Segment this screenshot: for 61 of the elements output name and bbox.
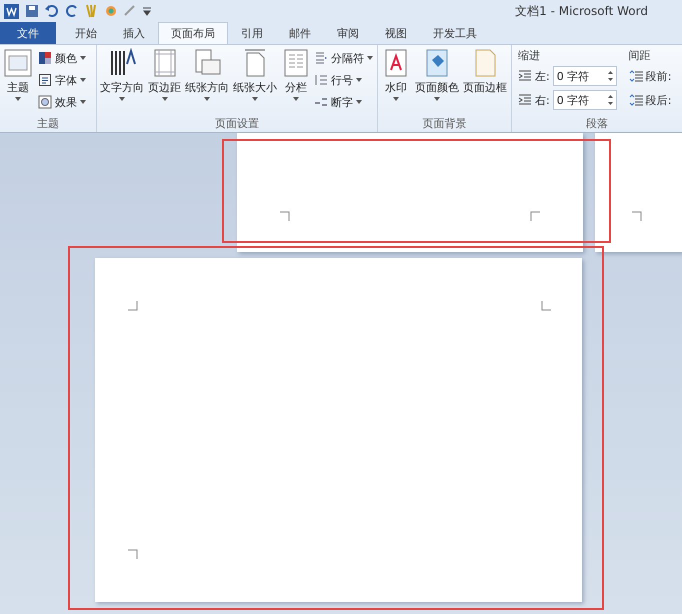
save-icon[interactable] <box>25 4 39 18</box>
ribbon-button[interactable]: 字体 <box>38 70 86 90</box>
ribbon-button[interactable]: 页边距 <box>147 48 182 114</box>
crop-mark-icon <box>128 301 138 311</box>
customize-icon[interactable] <box>143 6 151 16</box>
file-tab[interactable]: 文件 <box>0 22 56 44</box>
field-label: 左: <box>535 68 550 84</box>
effects-icon <box>38 95 52 109</box>
word-logo-icon[interactable] <box>4 4 19 18</box>
color-swatch-icon <box>38 51 52 65</box>
line-spacing-icon <box>628 70 643 82</box>
crop-mark-icon <box>128 549 138 559</box>
ribbon-tab[interactable]: 引用 <box>228 22 276 44</box>
ribbon-button[interactable]: 水印 <box>380 48 412 114</box>
ribbon-button[interactable]: 主题 <box>2 48 34 114</box>
line-numbers-icon <box>314 73 328 87</box>
ribbon-button[interactable]: 纸张方向 <box>184 48 230 114</box>
ribbon-button[interactable]: 颜色 <box>38 48 86 68</box>
group-label: 段落 <box>585 116 609 132</box>
font-icon <box>38 73 52 87</box>
field-label: 段后: <box>646 92 672 108</box>
ribbon-button[interactable]: 页面边框 <box>462 48 508 114</box>
undo-icon[interactable] <box>45 4 59 18</box>
spinner-icon[interactable] <box>608 70 613 82</box>
field-label: 段前: <box>646 68 672 84</box>
window-title: 文档1 - Microsoft Word <box>515 2 648 20</box>
indent-icon <box>518 70 532 82</box>
ribbon-button[interactable]: 分栏 <box>280 48 312 114</box>
ribbon-tab[interactable]: 开始 <box>62 22 110 44</box>
ribbon-tab[interactable]: 插入 <box>110 22 158 44</box>
spinner-icon[interactable] <box>608 94 613 106</box>
crop-mark-icon <box>632 211 642 221</box>
redo-icon[interactable] <box>65 4 79 18</box>
field-label: 右: <box>535 92 550 108</box>
input-field[interactable]: 0 字符 <box>552 90 617 110</box>
theme-icon <box>3 48 33 78</box>
ribbon-button[interactable]: 行号 <box>314 70 373 90</box>
ribbon-tab[interactable]: 开发工具 <box>420 22 490 44</box>
crop-mark-icon <box>530 211 540 221</box>
ribbon-button[interactable]: 分隔符 <box>314 48 373 68</box>
color-wheel-icon[interactable] <box>105 5 117 17</box>
breaks-icon <box>314 51 328 65</box>
indent-heading: 缩进 <box>518 48 541 63</box>
ribbon-button[interactable]: 页面颜色 <box>414 48 460 114</box>
indent-icon <box>518 94 532 106</box>
ribbon-tab[interactable]: 页面布局 <box>158 22 228 44</box>
group-label: 页面设置 <box>214 116 260 132</box>
group-label: 主题 <box>36 116 60 132</box>
line-spacing-icon <box>628 94 643 106</box>
input-field[interactable]: 0 字符 <box>552 66 617 86</box>
ribbon-tab[interactable]: 审阅 <box>324 22 372 44</box>
ribbon-button[interactable]: 效果 <box>38 92 86 112</box>
group-label: 页面背景 <box>422 116 468 132</box>
spacing-heading: 间距 <box>628 48 652 63</box>
crop-mark-icon <box>280 211 290 221</box>
ribbon-tab[interactable]: 邮件 <box>276 22 324 44</box>
ribbon-tab[interactable]: 视图 <box>372 22 420 44</box>
ribbon-button[interactable]: 纸张大小 <box>232 48 278 114</box>
crop-mark-icon <box>541 301 551 311</box>
ribbon-button[interactable]: 断字 <box>314 92 373 112</box>
ribbon-button[interactable]: 文字方向 <box>99 48 145 114</box>
